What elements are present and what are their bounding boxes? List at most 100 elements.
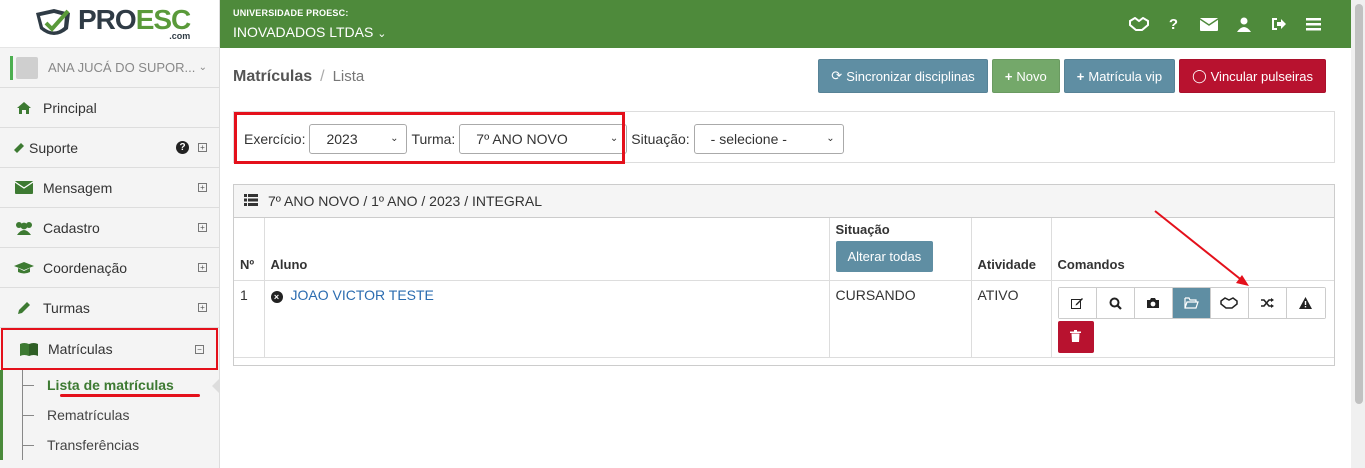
sub-item-lista-matriculas[interactable]: Lista de matrículas	[18, 370, 220, 400]
handshake-icon[interactable]	[1121, 14, 1156, 34]
warning-icon[interactable]	[1286, 288, 1325, 318]
sidebar-item-cadastro[interactable]: Cadastro +	[0, 208, 219, 248]
chevron-down-icon: ⌄	[198, 62, 207, 73]
handshake-icon[interactable]	[1210, 288, 1249, 318]
sidebar-item-label: Mensagem	[43, 179, 113, 196]
breadcrumb-separator: /	[320, 68, 325, 85]
chevron-down-icon: ⌄	[377, 28, 387, 40]
expand-icon[interactable]: +	[198, 263, 207, 272]
folder-open-icon[interactable]	[1172, 288, 1211, 318]
sidebar-item-turmas[interactable]: Turmas +	[0, 288, 219, 328]
col-atividade: Atividade	[971, 218, 1052, 281]
topbar: UNIVERSIDADE PROESC: INOVADADOS LTDAS ⌄ …	[220, 0, 1351, 48]
sidebar-item-label: Coordenação	[43, 259, 128, 276]
panel-title: 7º ANO NOVO / 1º ANO / 2023 / INTEGRAL	[268, 193, 542, 209]
sidebar-item-label: Suporte	[29, 139, 79, 156]
sidebar-item-label: Principal	[43, 99, 97, 116]
col-situacao: Situação Alterar todas	[829, 218, 972, 281]
remove-circle-icon[interactable]: ×	[270, 291, 283, 303]
envelope-icon[interactable]	[1191, 14, 1226, 34]
plus-icon: +	[1076, 68, 1085, 84]
sidebar-item-label: Turmas	[43, 299, 90, 316]
help-icon[interactable]: ?	[1156, 14, 1191, 34]
trash-icon	[1070, 329, 1081, 345]
enrollment-panel: 7º ANO NOVO / 1º ANO / 2023 / INTEGRAL N…	[233, 184, 1335, 366]
sidebar: PROESC .com ANA JUCÁ DO SUPOR... ⌄ Princ…	[0, 0, 220, 468]
sidebar-item-label: Matrículas	[48, 341, 113, 357]
table-header-row: Nº Aluno Situação Alterar todas Atividad…	[234, 218, 1334, 281]
highlight-box	[234, 112, 625, 164]
expand-icon[interactable]: +	[198, 183, 207, 192]
col-num: Nº	[234, 218, 265, 281]
cell-num: 1	[234, 280, 265, 358]
user-icon[interactable]	[1226, 14, 1261, 34]
student-link[interactable]: JOAO VICTOR TESTE	[291, 287, 434, 303]
submenu-matriculas: Lista de matrículas Rematrículas Transfe…	[0, 370, 220, 460]
users-icon	[14, 220, 34, 236]
table-row: 1 × JOAO VICTOR TESTE CURSANDO ATIVO	[234, 280, 1334, 358]
active-pointer	[212, 378, 220, 394]
sidebar-item-suporte[interactable]: Suporte ? +	[0, 128, 219, 168]
org-label: UNIVERSIDADE PROESC:	[233, 8, 349, 18]
expand-icon[interactable]: +	[198, 143, 207, 152]
sub-item-transferencias[interactable]: Transferências	[18, 430, 219, 460]
logout-icon[interactable]	[1261, 14, 1296, 34]
sidebar-item-principal[interactable]: Principal	[0, 88, 219, 128]
envelope-icon	[14, 180, 34, 196]
page-scrollbar[interactable]	[1351, 0, 1365, 468]
vip-enrollment-button[interactable]: + Matrícula vip	[1063, 59, 1176, 93]
circle-notch-icon: ◯	[1192, 68, 1207, 83]
help-icon[interactable]: ?	[176, 141, 189, 154]
expand-icon[interactable]: +	[198, 303, 207, 312]
scrollbar-thumb[interactable]	[1355, 4, 1363, 404]
plus-icon: +	[1004, 68, 1013, 84]
alterar-todas-button[interactable]: Alterar todas	[835, 241, 934, 272]
menu-icon[interactable]	[1296, 14, 1331, 34]
pencil-icon	[14, 300, 34, 316]
breadcrumb-current: Lista	[332, 68, 365, 85]
cell-aluno: × JOAO VICTOR TESTE	[264, 280, 830, 358]
main-content: Matrículas / Lista ⟳ Sincronizar disciplina…	[220, 48, 1351, 468]
org-selector[interactable]: INOVADADOS LTDAS ⌄	[233, 24, 386, 40]
ticket-icon	[12, 140, 26, 156]
action-toolbar: ⟳ Sincronizar disciplinas + Novo + Matrícul…	[818, 59, 1326, 93]
sidebar-item-coordenacao[interactable]: Coordenação +	[0, 248, 219, 288]
enrollment-table: Nº Aluno Situação Alterar todas Atividad…	[234, 218, 1334, 358]
delete-button[interactable]	[1057, 321, 1094, 353]
sidebar-item-mensagem[interactable]: Mensagem +	[0, 168, 219, 208]
refresh-icon: ⟳	[831, 68, 843, 83]
home-icon	[14, 100, 34, 116]
list-icon	[244, 193, 258, 209]
chevron-down-icon: ⌄	[826, 133, 835, 144]
edit-icon[interactable]	[1058, 288, 1097, 318]
situacao-label: Situação:	[631, 131, 690, 147]
sub-item-rematriculas[interactable]: Rematrículas	[18, 400, 219, 430]
shuffle-icon[interactable]	[1248, 288, 1287, 318]
user-name: ANA JUCÁ DO SUPOR...	[48, 60, 196, 75]
brand-main-a: PRO	[78, 4, 137, 35]
col-aluno: Aluno	[264, 218, 830, 281]
command-group	[1057, 287, 1326, 319]
situacao-select[interactable]: - selecione - ⌄	[693, 124, 844, 154]
highlight-underline	[60, 394, 200, 397]
search-icon[interactable]	[1096, 288, 1135, 318]
cell-comandos	[1051, 280, 1334, 358]
link-wristbands-button[interactable]: ◯ Vincular pulseiras	[1179, 59, 1326, 93]
breadcrumb: Matrículas / Lista	[233, 68, 364, 86]
sidebar-item-matriculas[interactable]: Matrículas −	[1, 328, 218, 370]
sync-disciplines-button[interactable]: ⟳ Sincronizar disciplinas	[818, 59, 988, 93]
page-title: Matrículas	[233, 68, 313, 85]
book-icon	[19, 341, 39, 357]
camera-icon[interactable]	[1134, 288, 1173, 318]
cell-situacao: CURSANDO	[829, 280, 972, 358]
brand-logo[interactable]: PROESC .com	[0, 0, 219, 48]
brand-sub: .com	[169, 31, 191, 41]
new-button[interactable]: + Novo	[991, 59, 1060, 93]
col-comandos: Comandos	[1051, 218, 1334, 281]
user-menu[interactable]: ANA JUCÁ DO SUPOR... ⌄	[0, 48, 219, 88]
cell-atividade: ATIVO	[971, 280, 1052, 358]
collapse-icon[interactable]: −	[195, 344, 204, 354]
expand-icon[interactable]: +	[198, 223, 207, 232]
graduation-cap-icon	[14, 260, 34, 276]
panel-header: 7º ANO NOVO / 1º ANO / 2023 / INTEGRAL	[234, 185, 1334, 218]
